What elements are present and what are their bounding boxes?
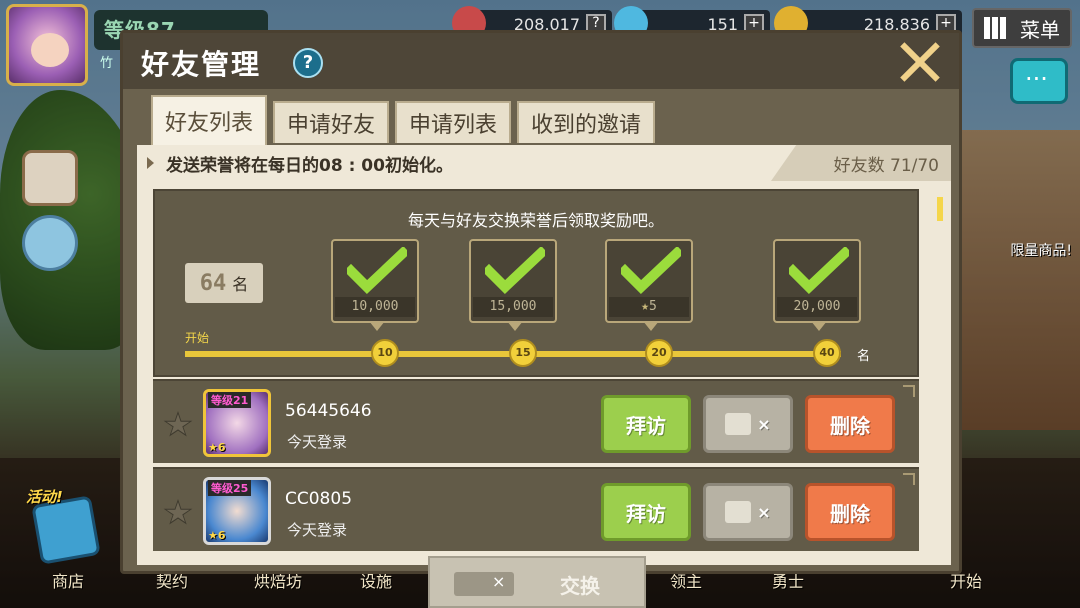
send-x: × <box>757 414 771 434</box>
dialog-title: 好友管理 <box>141 48 262 81</box>
friend-stars: ★6 <box>208 529 226 542</box>
friend-stars: ★6 <box>208 441 226 454</box>
corner-decoration <box>903 473 915 485</box>
avatar-face <box>31 33 69 67</box>
arrow-right-icon <box>147 157 154 169</box>
send-honor-button[interactable]: × <box>703 395 793 453</box>
nav-shop[interactable]: 商店 <box>52 568 84 592</box>
chat-button[interactable] <box>1010 58 1068 104</box>
visit-button[interactable]: 拜访 <box>601 395 691 453</box>
milestone-pointer <box>507 321 523 331</box>
reward-title: 每天与好友交换荣誉后领取奖励吧。 <box>407 211 664 230</box>
tab-received-invites[interactable]: 收到的邀请 <box>517 101 656 143</box>
send-honor-button[interactable]: × <box>703 483 793 541</box>
track-node: 20 <box>645 339 673 367</box>
corner-decoration <box>903 385 915 397</box>
milestone-pointer <box>811 321 827 331</box>
friend-stars-value: 6 <box>217 529 226 542</box>
tab-content: 发送荣誉将在每日的08 : 00初始化。 好友数 71/70 每天与好友交换荣誉… <box>137 145 951 565</box>
track-node: 15 <box>509 339 537 367</box>
friend-level: 等级21 <box>208 392 252 408</box>
exchange-x: × <box>492 572 506 591</box>
friend-row: 等级21 ★6 56445646 今天登录 拜访 × 删除 <box>153 379 919 463</box>
send-x: × <box>757 502 771 522</box>
visit-button[interactable]: 拜访 <box>601 483 691 541</box>
reward-panel: 每天与好友交换荣誉后领取奖励吧。 64 名 10,000 15,000 ★5 2… <box>153 189 919 377</box>
milestone-reward[interactable]: 10,000 <box>331 239 419 331</box>
honor-icon <box>725 501 752 523</box>
close-button[interactable] <box>897 39 941 83</box>
star-icon[interactable] <box>163 499 193 525</box>
checkmark-icon <box>789 247 849 294</box>
checkmark-icon <box>347 247 407 294</box>
mail-button[interactable] <box>22 150 78 206</box>
exchange-button[interactable]: × 交换 <box>428 556 646 608</box>
friend-avatar[interactable]: 等级21 ★6 <box>203 389 271 457</box>
track-end-unit: 名 <box>857 349 871 364</box>
milestone-value: 20,000 <box>777 297 857 317</box>
track-start-label: 开始 <box>185 331 210 345</box>
honor-icon <box>725 413 752 435</box>
dialog-header: 好友管理 ? <box>123 33 959 89</box>
milestone-pointer <box>369 321 385 331</box>
milestone-reward[interactable]: 20,000 <box>773 239 861 331</box>
friend-scroll-area[interactable]: 每天与好友交换荣誉后领取奖励吧。 64 名 10,000 15,000 ★5 2… <box>145 189 927 557</box>
star-icon: ★ <box>641 299 649 314</box>
player-subtitle: 竹 <box>100 56 114 71</box>
milestone-value: ★5 <box>609 297 689 317</box>
rank-box: 64 名 <box>185 263 263 303</box>
menu-label: 菜单 <box>1020 17 1060 42</box>
milestone-pointer <box>643 321 659 331</box>
tab-friend-list[interactable]: 好友列表 <box>151 95 268 145</box>
milestone-value: 10,000 <box>335 297 415 317</box>
checkmark-icon <box>621 247 681 294</box>
friend-level: 等级25 <box>208 480 252 496</box>
event-label: 活动! <box>26 488 63 506</box>
tab-apply-friend[interactable]: 申请好友 <box>273 101 390 143</box>
friend-status: 今天登录 <box>287 433 348 451</box>
rank-value: 64 <box>199 270 227 296</box>
friend-row: 等级25 ★6 CC0805 今天登录 拜访 × 删除 <box>153 467 919 551</box>
player-avatar[interactable] <box>6 4 88 86</box>
friend-management-dialog: 好友管理 ? 好友列表 申请好友 申请列表 收到的邀请 发送荣誉将在每日的08 … <box>120 30 962 574</box>
limited-shop-label[interactable]: 限量商品! <box>1010 240 1072 260</box>
track-node: 10 <box>371 339 399 367</box>
delete-button[interactable]: 删除 <box>805 483 895 541</box>
milestone-value: 15,000 <box>473 297 553 317</box>
milestone-reward[interactable]: ★5 <box>605 239 693 331</box>
milestone-value-text: 5 <box>649 299 657 314</box>
track-node: 40 <box>813 339 841 367</box>
checkmark-icon <box>485 247 545 294</box>
friend-name: CC0805 <box>285 489 353 509</box>
tab-bar: 好友列表 申请好友 申请列表 收到的邀请 <box>151 95 656 145</box>
social-button[interactable] <box>22 215 78 271</box>
tab-application-list[interactable]: 申请列表 <box>395 101 512 143</box>
friend-stars-value: 6 <box>217 441 226 454</box>
scrollbar[interactable] <box>937 197 943 221</box>
notice-text: 发送荣誉将在每日的08 : 00初始化。 <box>166 155 453 176</box>
star-icon[interactable] <box>163 411 193 437</box>
friend-avatar[interactable]: 等级25 ★6 <box>203 477 271 545</box>
friend-name: 56445646 <box>285 401 372 421</box>
help-icon[interactable]: ? <box>293 48 323 78</box>
friend-count: 好友数 71/70 <box>771 145 951 181</box>
exchange-label: 交换 <box>560 574 600 598</box>
delete-button[interactable]: 删除 <box>805 395 895 453</box>
grid-icon <box>984 17 1006 39</box>
menu-button[interactable]: 菜单 <box>972 8 1072 48</box>
friend-status: 今天登录 <box>287 521 348 539</box>
rank-unit: 名 <box>232 275 249 294</box>
milestone-reward[interactable]: 15,000 <box>469 239 557 331</box>
